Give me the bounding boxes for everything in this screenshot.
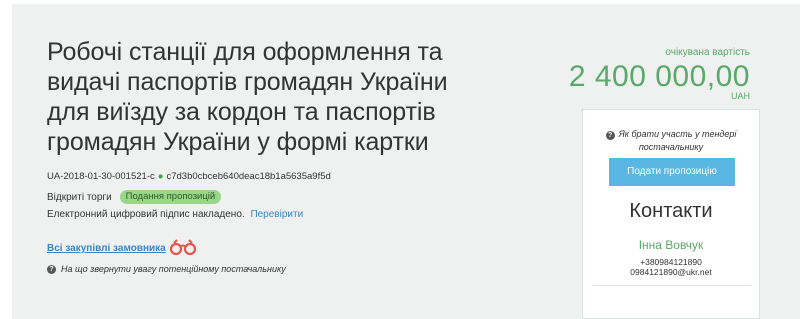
question-icon: ? [605,131,615,140]
how-to-participate[interactable]: ? Як брати участь у тендері постачальнику [583,128,759,154]
all-purchases-link[interactable]: Всі закупівлі замовника [47,243,166,254]
how-to-text: Як брати участь у тендері постачальнику [618,129,737,152]
signature-row: Електронний цифровий підпис накладено. П… [47,209,303,220]
contact-name: Інна Вовчук [638,238,704,252]
tender-id: UA-2018-01-30-001521-c [47,171,155,182]
status-row: Відкриті торги Подання пропозицій [47,190,222,204]
verify-signature-link[interactable]: Перевірити [250,209,303,220]
binoculars-icon[interactable] [168,238,198,256]
page-title: Робочі станції для оформлення та видачі … [47,38,448,156]
signature-text: Електронний цифровий підпис накладено. [47,209,245,220]
expected-value-label: очікувана вартість [665,47,750,58]
participation-card: ? Як брати участь у тендері постачальнику… [582,109,760,319]
procedure-type: Відкриті торги [47,191,112,203]
contact-email: 0984121890@ukr.net [630,267,712,277]
status-badge: Подання пропозицій [119,190,222,204]
submit-proposal-button[interactable]: Подати пропозицію [609,158,735,186]
question-icon: ? [47,264,56,274]
tender-id-line: UA-2018-01-30-001521-c ● c7d3b0cbceb640dea… [47,171,331,182]
contact-phone: +380984121890 [640,257,702,267]
attention-text: На що звернути увагу потенційному постач… [61,264,286,274]
attention-hint[interactable]: ? На що звернути увагу потенційному пост… [47,264,286,274]
tender-hash: c7d3b0cbceb640deac18b1a5635a9f5d [166,171,331,182]
contacts-title: Контакти [629,200,713,222]
divider [593,285,751,286]
expected-value: 2 400 000,00 [568,60,750,93]
status-dot-icon: ● [157,171,164,182]
currency-label: UAH [730,91,750,101]
